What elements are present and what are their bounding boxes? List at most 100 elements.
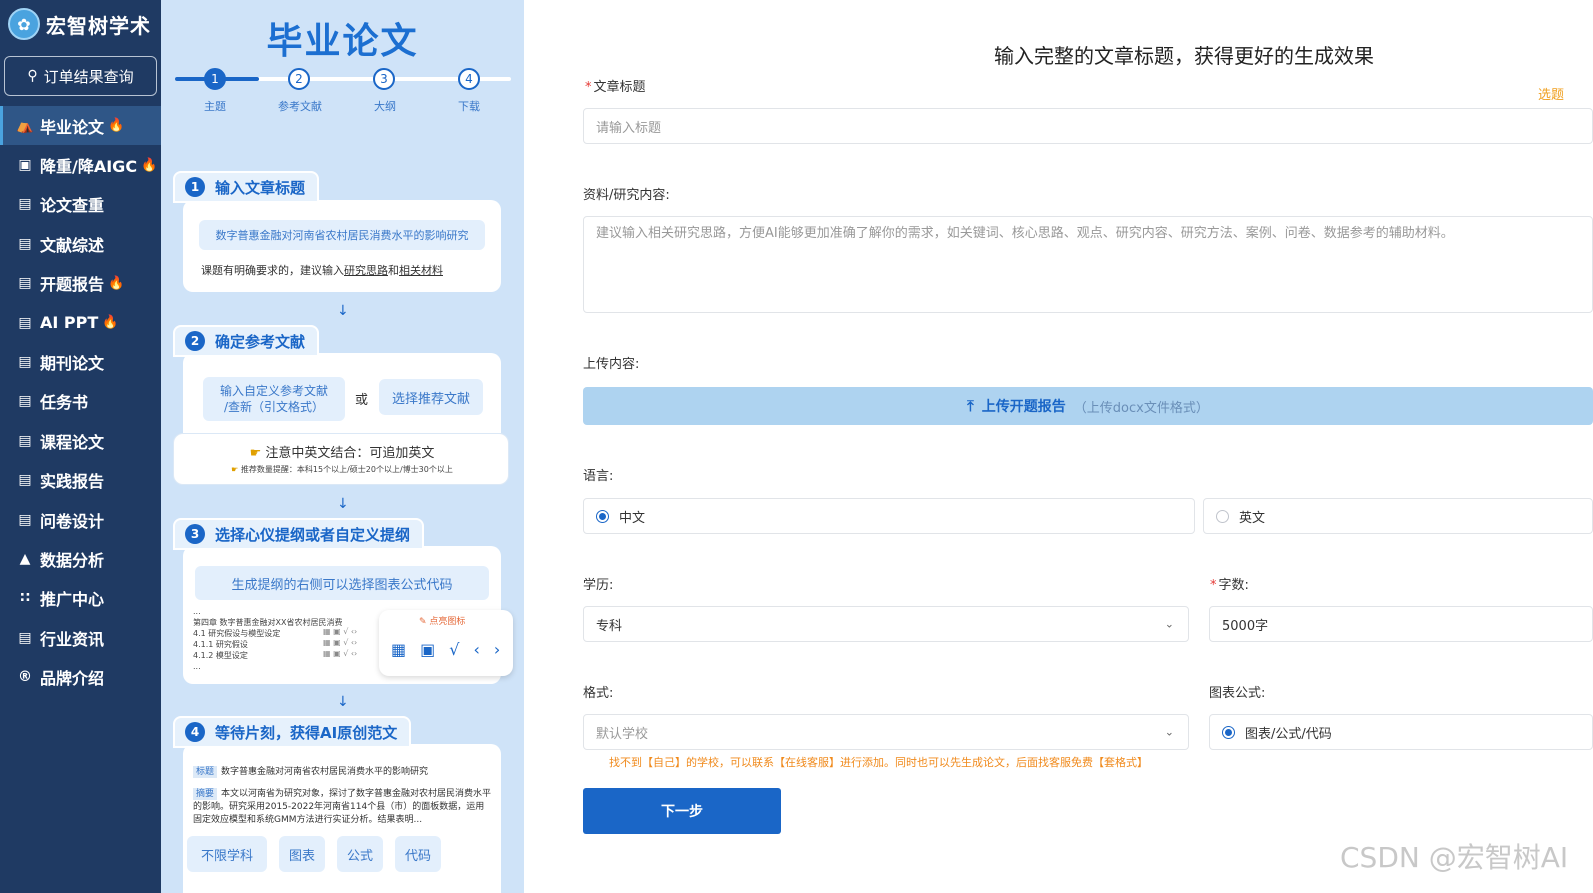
card-number: 1 [185, 177, 205, 197]
pointing-hand-icon: ☛ [231, 465, 239, 474]
bus-icon: ▣ [18, 157, 32, 174]
tag-chip: 不限学科 [187, 836, 267, 872]
guide-card-4: 标题 数字普惠金融对河南省农村居民消费水平的影响研究 摘要 本文以河南省为研究对象，… [183, 744, 501, 893]
tag-chip: 代码 [395, 836, 441, 872]
sidebar-item-label: 数据分析 [40, 550, 105, 570]
order-search-label: 订单结果查询 [43, 67, 134, 86]
chevron-down-icon: ⌄ [1164, 725, 1174, 739]
sidebar-item-practice-report[interactable]: ▤ 实践报告 [0, 461, 161, 500]
arrow-down-icon: ↓ [337, 496, 349, 512]
sidebar-item-label: 文献综述 [40, 235, 105, 255]
reference-tip-small-text: 推荐数量提醒：本科15个以上/硕士20个以上/博士30个以上 [240, 465, 453, 474]
sidebar-item-label: 实践报告 [40, 472, 105, 492]
guide-card-3-head: 3 选择心仪提纲或者自定义提纲 [173, 518, 425, 550]
next-step-button[interactable]: 下一步 [583, 788, 781, 834]
step-label: 大纲 [374, 100, 396, 113]
language-option-zh[interactable]: 中文 [583, 498, 1195, 534]
recommend-reference-chip: 选择推荐文献 [379, 379, 483, 415]
watermark: CSDN @宏智树AI [1340, 841, 1569, 874]
sidebar-item-plagiarism-check[interactable]: ▤ 论文查重 [0, 185, 161, 224]
format-hint: 找不到【自己】的学校，可以联系【在线客服】进行添加。同时也可以先生成论文，后面找… [609, 756, 1148, 769]
chart-option-label: 图表/公式/代码 [1245, 726, 1332, 742]
language-option-en[interactable]: 英文 [1203, 498, 1593, 534]
language-zh-label: 中文 [619, 510, 646, 526]
chart-formula-option[interactable]: 图表/公式/代码 [1209, 714, 1593, 750]
degree-select[interactable]: 专科 ⌄ [583, 606, 1189, 642]
title-input[interactable]: 请输入标题 [583, 108, 1593, 144]
material-textarea[interactable]: 建议输入相关研究思路，方便AI能够更加准确了解你的需求，如关键词、核心思路、观点… [583, 216, 1593, 313]
guide-card-1: 数字普惠金融对河南省农村居民消费水平的影响研究 课题有明确要求的，建议输入研究思… [183, 200, 501, 292]
words-input[interactable]: 5000字 [1209, 606, 1593, 642]
document-check-icon: ▤ [18, 196, 32, 213]
card-number: 4 [185, 722, 205, 742]
popup-label-text: 点亮图标 [429, 617, 466, 627]
sidebar-item-promotion[interactable]: ∷ 推广中心 [0, 579, 161, 618]
step-label: 参考文献 [278, 100, 322, 113]
sidebar-item-data-analysis[interactable]: ▲ 数据分析 [0, 539, 161, 578]
hot-icon: 🔥 [102, 315, 119, 331]
sidebar-item-proposal[interactable]: ▤ 开题报告 🔥 [0, 264, 161, 303]
title-tag: 标题 [193, 766, 218, 778]
upload-label: 上传内容: [583, 357, 640, 372]
abstract-tag: 摘要 [193, 788, 218, 800]
chart-icon: ▲ [19, 550, 31, 567]
practice-icon: ▤ [18, 472, 32, 489]
outline-line: ... [193, 607, 201, 616]
order-search-button[interactable]: ⚲ 订单结果查询 [4, 56, 157, 96]
sidebar-item-thesis[interactable]: ⛺ 毕业论文 🔥 [0, 106, 161, 146]
code-icon: ‹› [473, 640, 515, 659]
degree-label: 学历: [583, 578, 614, 593]
step-dot: 3 [373, 68, 395, 90]
topic-link[interactable]: 选题 [1538, 84, 1564, 103]
brand-logo[interactable]: ✿ 宏智树学术 [8, 8, 151, 40]
sidebar-item-news[interactable]: ▤ 行业资讯 [0, 618, 161, 657]
guide-title: 毕业论文 [266, 21, 419, 62]
tree-icon: ✿ [8, 8, 40, 40]
sample-abstract: 摘要 本文以河南省为研究对象，探讨了数字普惠金融对农村居民消费水平的影响。研究采用… [193, 788, 493, 827]
card-number: 3 [185, 524, 205, 544]
guide-card-2: 输入自定义参考文献 /查新（引文格式） 或 选择推荐文献 [183, 353, 501, 433]
chart-label: 图表公式: [1209, 686, 1266, 701]
sidebar: ✿ 宏智树学术 ⚲ 订单结果查询 ⛺ 毕业论文 🔥 ▣ 降重/降AIGC 🔥 ▤ 论文查重… [0, 0, 161, 893]
course-icon: ▤ [18, 432, 32, 449]
reference-tip-main: ☛ 注意中英文结合：可追加英文 [174, 442, 510, 461]
sidebar-item-label: 问卷设计 [40, 511, 105, 531]
table-icon: ▦ [391, 640, 421, 659]
list-icon: ▤ [18, 235, 32, 252]
sidebar-item-rewrite[interactable]: ▣ 降重/降AIGC 🔥 [0, 145, 161, 184]
card1-note-text: 课题有明确要求的，建议输入 [201, 264, 344, 277]
sidebar-item-survey[interactable]: ▤ 问卷设计 [0, 500, 161, 539]
journal-icon: ▤ [18, 354, 32, 371]
sample-title-text: 数字普惠金融对河南省农村居民消费水平的影响研究 [221, 767, 429, 777]
sidebar-item-label: 任务书 [40, 393, 89, 413]
sidebar-item-journal[interactable]: ▤ 期刊论文 [0, 342, 161, 381]
sidebar-item-course-paper[interactable]: ▤ 课程论文 [0, 421, 161, 460]
sidebar-item-label: 降重/降AIGC [40, 157, 138, 177]
sidebar-nav: ⛺ 毕业论文 🔥 ▣ 降重/降AIGC 🔥 ▤ 论文查重 ▤ 文献综述 ▤ 开题报告 🔥 ▤ AI… [0, 106, 161, 697]
sidebar-item-literature-review[interactable]: ▤ 文献综述 [0, 224, 161, 263]
step-dot: 1 [204, 68, 226, 90]
materials-text: 相关材料 [399, 264, 443, 277]
sidebar-item-ai-ppt[interactable]: ▤ AI PPT 🔥 [0, 303, 161, 342]
hot-icon: 🔥 [141, 157, 158, 173]
arrow-down-icon: ↓ [337, 303, 349, 319]
example-title-chip: 数字普惠金融对河南省农村居民消费水平的影响研究 [199, 220, 485, 250]
format-select[interactable]: 默认学校 ⌄ [583, 714, 1189, 750]
sidebar-item-assignment[interactable]: ▤ 任务书 [0, 382, 161, 421]
material-label: 资料/研究内容: [583, 188, 670, 203]
tag-chip: 图表 [279, 836, 325, 872]
sidebar-item-brand[interactable]: ® 品牌介绍 [0, 657, 161, 696]
card-number: 2 [185, 331, 205, 351]
pointing-hand-icon: ☛ [249, 446, 262, 461]
book-icon: ▤ [18, 393, 32, 410]
reference-tip-small: ☛ 推荐数量提醒：本科15个以上/硕士20个以上/博士30个以上 [174, 464, 510, 475]
upload-proposal-button[interactable]: ⤒ 上传开题报告 （上传docx文件格式） [583, 387, 1593, 425]
icon-popup: ✎ 点亮图标 ▦▣√‹› [379, 610, 513, 676]
outline-mini-icons: ▦ ▣ √ ‹› ▦ ▣ √ ‹› ▦ ▣ √ ‹› [323, 627, 358, 658]
upload-format-hint: （上传docx文件格式） [1073, 400, 1209, 416]
formula-icon: √ [449, 640, 474, 659]
upload-icon: ⤒ [967, 397, 974, 415]
registered-icon: ® [18, 669, 32, 686]
hot-icon: 🔥 [108, 118, 125, 134]
outline-line: ... [193, 662, 201, 671]
